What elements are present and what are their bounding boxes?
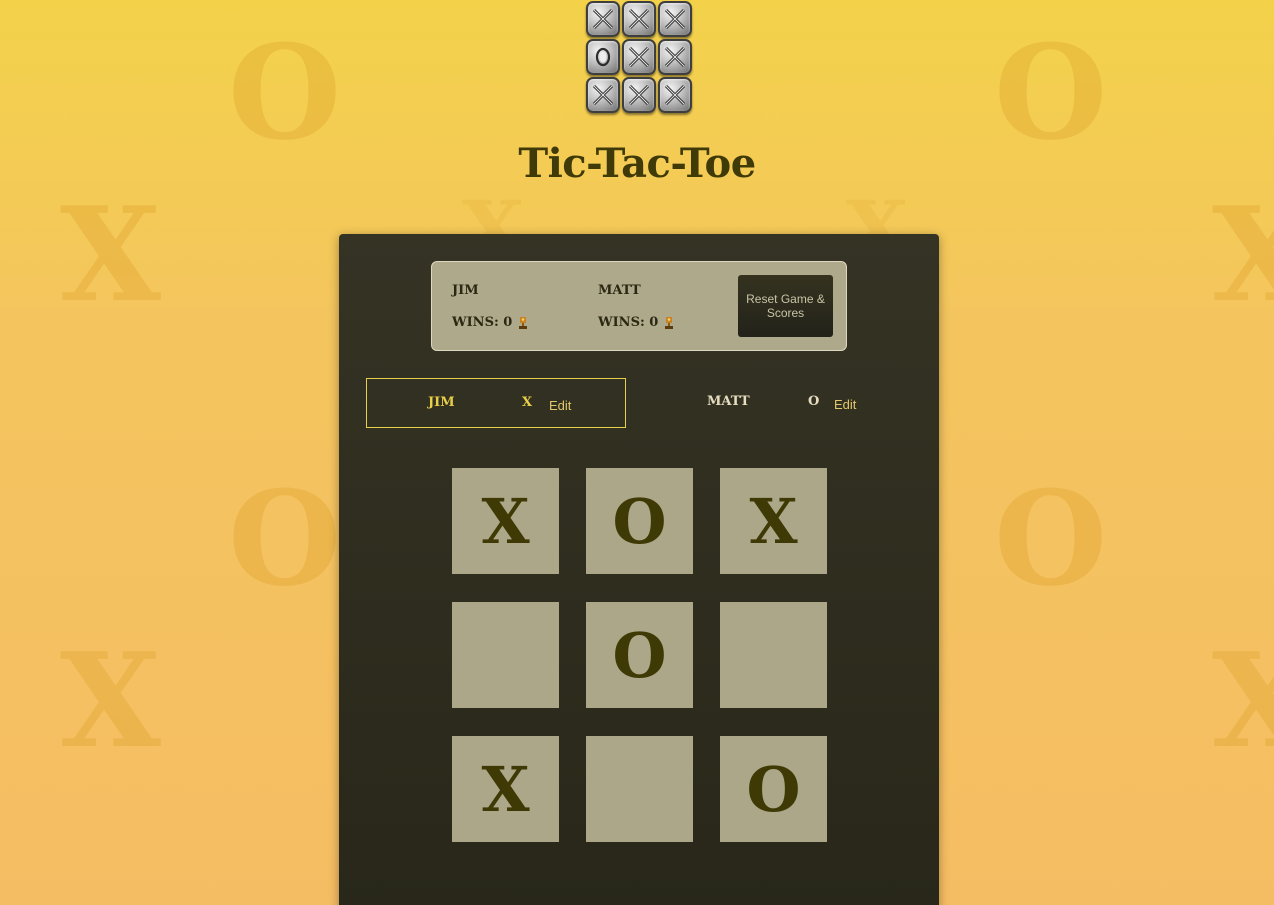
logo-tile-x — [622, 1, 656, 37]
tic-tac-toe-logo-icon — [586, 1, 692, 115]
board-cell[interactable]: X — [452, 468, 559, 574]
logo-tile-x — [586, 77, 620, 113]
trophy-icon — [663, 316, 675, 330]
score-player-2-name: MATT — [598, 283, 641, 298]
reset-game-button[interactable]: Reset Game & Scores — [738, 275, 833, 337]
background-glyph: X — [1212, 178, 1274, 331]
board-cell[interactable]: X — [720, 468, 827, 574]
score-player-2-wins: WINS: 0 — [598, 315, 675, 330]
game-board: X O X O X O — [452, 468, 827, 843]
board-cell[interactable]: O — [586, 602, 693, 708]
background-glyph: X — [1212, 624, 1274, 777]
player-2-symbol: O — [808, 394, 820, 409]
background-glyph: O — [994, 462, 1108, 615]
player-2-name: MATT — [707, 394, 750, 409]
background-glyph: O — [994, 16, 1108, 169]
player-1-name: JIM — [428, 395, 455, 410]
trophy-icon — [517, 316, 529, 330]
score-player-2-wins-label: WINS: 0 — [598, 315, 659, 330]
board-cell[interactable] — [452, 602, 559, 708]
player-1-symbol: X — [522, 395, 533, 410]
logo-tile-x — [622, 77, 656, 113]
background-glyph: X — [60, 624, 161, 777]
board-cell[interactable]: O — [586, 468, 693, 574]
scoreboard: JIM WINS: 0 MATT WINS: 0 Reset Game & Sc… — [431, 261, 847, 351]
board-cell[interactable] — [720, 602, 827, 708]
page-title: Tic-Tac-Toe — [518, 140, 756, 187]
score-player-1-name: JIM — [452, 283, 479, 298]
logo-tile-x — [658, 77, 692, 113]
player-row-2: MATT O Edit — [652, 378, 912, 428]
player-2-edit-button[interactable]: Edit — [834, 397, 856, 412]
board-cell[interactable] — [586, 736, 693, 842]
background-glyph: O — [228, 16, 342, 169]
player-row-1: JIM X Edit — [366, 378, 626, 428]
game-panel: JIM WINS: 0 MATT WINS: 0 Reset Game & Sc… — [339, 234, 939, 905]
logo-tile-x — [586, 1, 620, 37]
logo-tile-o — [586, 39, 620, 75]
board-cell[interactable]: O — [720, 736, 827, 842]
player-1-edit-button[interactable]: Edit — [549, 398, 571, 413]
background-glyph: X — [60, 178, 161, 331]
logo-tile-x — [622, 39, 656, 75]
background-glyph: O — [228, 462, 342, 615]
board-cell[interactable]: X — [452, 736, 559, 842]
score-player-1-wins: WINS: 0 — [452, 315, 529, 330]
logo-tile-x — [658, 39, 692, 75]
score-player-1-wins-label: WINS: 0 — [452, 315, 513, 330]
logo-tile-x — [658, 1, 692, 37]
